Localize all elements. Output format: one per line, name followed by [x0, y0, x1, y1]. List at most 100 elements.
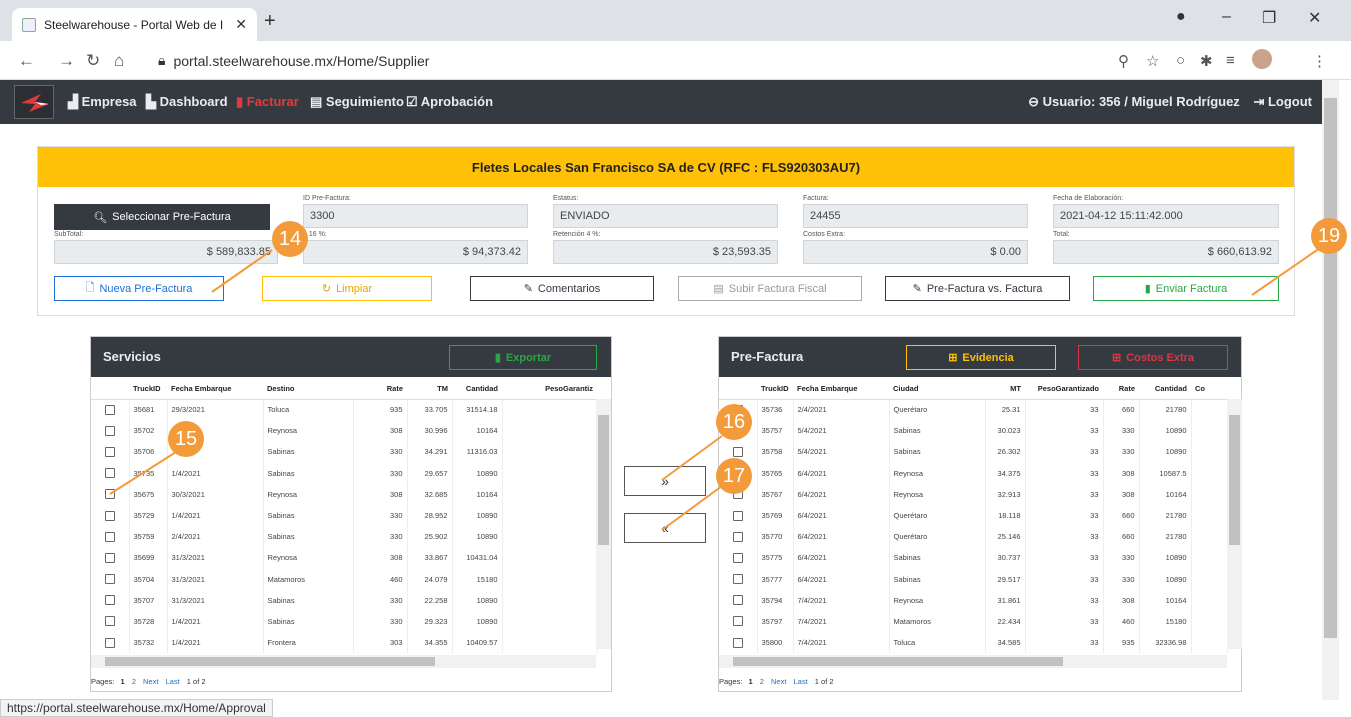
table-row[interactable]: 35729 1/4/2021 Sabinas 330 28.952 10890 [91, 504, 598, 527]
puzzle-icon[interactable]: ✱ [1200, 52, 1213, 70]
nav-facturar[interactable]: ▮ Facturar [236, 94, 299, 110]
row-checkbox[interactable] [104, 637, 115, 648]
row-checkbox[interactable] [732, 446, 743, 457]
comentarios-button[interactable]: ✎ Comentarios [470, 276, 654, 301]
row-checkbox[interactable] [104, 489, 115, 500]
table-row[interactable]: 35759 2/4/2021 Sabinas 330 25.902 10890 [91, 526, 598, 548]
enviar-factura-button[interactable]: ▮ Enviar Factura [1093, 276, 1279, 301]
profile-dot-icon[interactable]: ● [1176, 8, 1186, 26]
nueva-prefactura-button[interactable]: 🗋︎ Nueva Pre-Factura [54, 276, 224, 301]
servicios-hscroll-thumb[interactable] [105, 657, 435, 666]
row-checkbox[interactable] [104, 552, 115, 563]
nav-aprobacion[interactable]: ☑ Aprobación [406, 94, 493, 110]
row-checkbox[interactable] [732, 595, 743, 606]
prefactura-hscroll[interactable] [719, 655, 1227, 668]
table-row[interactable]: 35704 31/3/2021 Matamoros 460 24.079 15180 [91, 568, 598, 590]
evidencia-button[interactable]: ⊞ Evidencia [906, 345, 1056, 370]
restore-icon[interactable]: ❐ [1262, 8, 1276, 28]
next-page-link[interactable]: Next [143, 677, 158, 686]
row-checkbox[interactable] [104, 425, 115, 436]
prefactura-vscroll-thumb[interactable] [1229, 415, 1240, 545]
move-right-button[interactable]: » [624, 466, 706, 496]
col-header[interactable]: Cantidad [452, 379, 502, 400]
table-row[interactable]: 35769 6/4/2021 Querétaro 18.118 33 660 21780 [719, 504, 1228, 527]
row-checkbox[interactable] [104, 595, 115, 606]
row-checkbox[interactable] [732, 637, 743, 648]
page-scrollbar-thumb[interactable] [1324, 98, 1337, 638]
logo[interactable] [14, 85, 54, 119]
row-checkbox[interactable] [104, 404, 115, 415]
limpiar-button[interactable]: ↻ Limpiar [262, 276, 432, 301]
table-row[interactable]: 35702 Reynosa 308 30.996 10164 [91, 420, 598, 442]
id-prefactura-field[interactable]: 3300 [303, 204, 528, 228]
table-row[interactable]: 35732 1/4/2021 Frontera 303 34.355 10409.57 [91, 632, 598, 654]
row-checkbox[interactable] [104, 446, 115, 457]
row-checkbox[interactable] [732, 531, 743, 542]
row-checkbox[interactable] [104, 616, 115, 627]
total-field[interactable]: $ 660,613.92 [1053, 240, 1279, 264]
row-checkbox[interactable] [104, 531, 115, 542]
row-checkbox[interactable] [732, 574, 743, 585]
col-header[interactable]: PesoGarantiz [502, 379, 597, 400]
servicios-hscroll[interactable] [91, 655, 596, 668]
logout-link[interactable]: Logout [1268, 94, 1312, 109]
close-tab-icon[interactable]: ✕ [235, 16, 247, 33]
col-header[interactable]: Rate [353, 379, 407, 400]
page-1-link[interactable]: 1 [748, 677, 752, 686]
last-page-link[interactable]: Last [166, 677, 180, 686]
table-row[interactable]: 35765 6/4/2021 Reynosa 34.375 33 308 10587.5 [719, 462, 1228, 484]
avatar[interactable] [1252, 49, 1272, 69]
user-label[interactable]: Usuario: 356 / Miguel Rodríguez [1043, 94, 1240, 109]
last-page-link[interactable]: Last [794, 677, 808, 686]
forward-icon[interactable]: → [58, 51, 75, 71]
new-tab-icon[interactable]: + [264, 10, 276, 33]
table-row[interactable]: 35736 2/4/2021 Querétaro 25.31 33 660 21780 [719, 399, 1228, 421]
table-row[interactable]: 35794 7/4/2021 Reynosa 31.861 33 308 10164 [719, 589, 1228, 611]
reload-icon[interactable]: ↻ [86, 51, 100, 71]
table-row[interactable]: 35758 5/4/2021 Sabinas 26.302 33 330 10890 [719, 441, 1228, 463]
table-row[interactable]: 35675 30/3/2021 Reynosa 308 32.685 10164 [91, 483, 598, 505]
move-left-button[interactable]: « [624, 513, 706, 543]
prefactura-hscroll-thumb[interactable] [733, 657, 1063, 666]
col-header[interactable]: Ciudad [889, 379, 985, 400]
extension-icon[interactable]: ○ [1176, 52, 1185, 69]
table-row[interactable]: 35770 6/4/2021 Querétaro 25.146 33 660 21780 [719, 526, 1228, 548]
page-2-link[interactable]: 2 [132, 677, 136, 686]
comparar-button[interactable]: ✎ Pre-Factura vs. Factura [885, 276, 1070, 301]
table-row[interactable]: 35699 31/3/2021 Reynosa 308 33.867 10431.04 [91, 547, 598, 569]
col-header[interactable]: Co [1191, 379, 1227, 400]
zoom-icon[interactable]: ⚲ [1118, 52, 1129, 70]
home-icon[interactable]: ⌂ [114, 51, 124, 71]
row-checkbox[interactable] [104, 574, 115, 585]
media-icon[interactable]: ≡ [1226, 52, 1235, 69]
table-row[interactable]: 35777 6/4/2021 Sabinas 29.517 33 330 10890 [719, 568, 1228, 590]
col-header[interactable]: TruckID [129, 379, 167, 400]
nav-empresa[interactable]: ▟ Empresa [68, 94, 137, 110]
select-prefactura-button[interactable]: 🔍︎ Seleccionar Pre-Factura [54, 204, 270, 230]
col-header[interactable]: MT [985, 379, 1025, 400]
menu-dots-icon[interactable]: ⋮ [1312, 52, 1327, 70]
browser-tab[interactable]: Steelwarehouse - Portal Web de I ✕ [12, 8, 257, 41]
bookmark-star-icon[interactable]: ☆ [1146, 52, 1159, 70]
col-header[interactable]: Rate [1103, 379, 1139, 400]
col-header[interactable]: Destino [263, 379, 353, 400]
back-icon[interactable]: ← [18, 51, 35, 71]
servicios-vscroll-thumb[interactable] [598, 415, 609, 545]
table-row[interactable]: 35757 5/4/2021 Sabinas 30.023 33 330 10890 [719, 420, 1228, 442]
col-header[interactable]: Cantidad [1139, 379, 1191, 400]
table-row[interactable]: 35728 1/4/2021 Sabinas 330 29.323 10890 [91, 610, 598, 633]
row-checkbox[interactable] [732, 552, 743, 563]
url-field[interactable]: 🔒︎ portal.steelwarehouse.mx/Home/Supplie… [144, 47, 1144, 74]
row-checkbox[interactable] [732, 510, 743, 521]
table-row[interactable]: 35775 6/4/2021 Sabinas 30.737 33 330 10890 [719, 547, 1228, 569]
table-row[interactable]: 35735 1/4/2021 Sabinas 330 29.657 10890 [91, 462, 598, 484]
table-row[interactable]: 35706 Sabinas 330 34.291 11316.03 [91, 441, 598, 463]
col-header[interactable]: Fecha Embarque [167, 379, 263, 400]
page-1-link[interactable]: 1 [120, 677, 124, 686]
nav-seguimiento[interactable]: ▤ Seguimiento [310, 94, 404, 110]
table-row[interactable]: 35800 7/4/2021 Toluca 34.585 33 935 32336.98 [719, 632, 1228, 654]
table-row[interactable]: 35797 7/4/2021 Matamoros 22.434 33 460 15180 [719, 610, 1228, 633]
servicios-vscroll[interactable] [596, 399, 611, 649]
minimize-icon[interactable]: – [1222, 8, 1231, 26]
estatus-field[interactable]: ENVIADO [553, 204, 778, 228]
